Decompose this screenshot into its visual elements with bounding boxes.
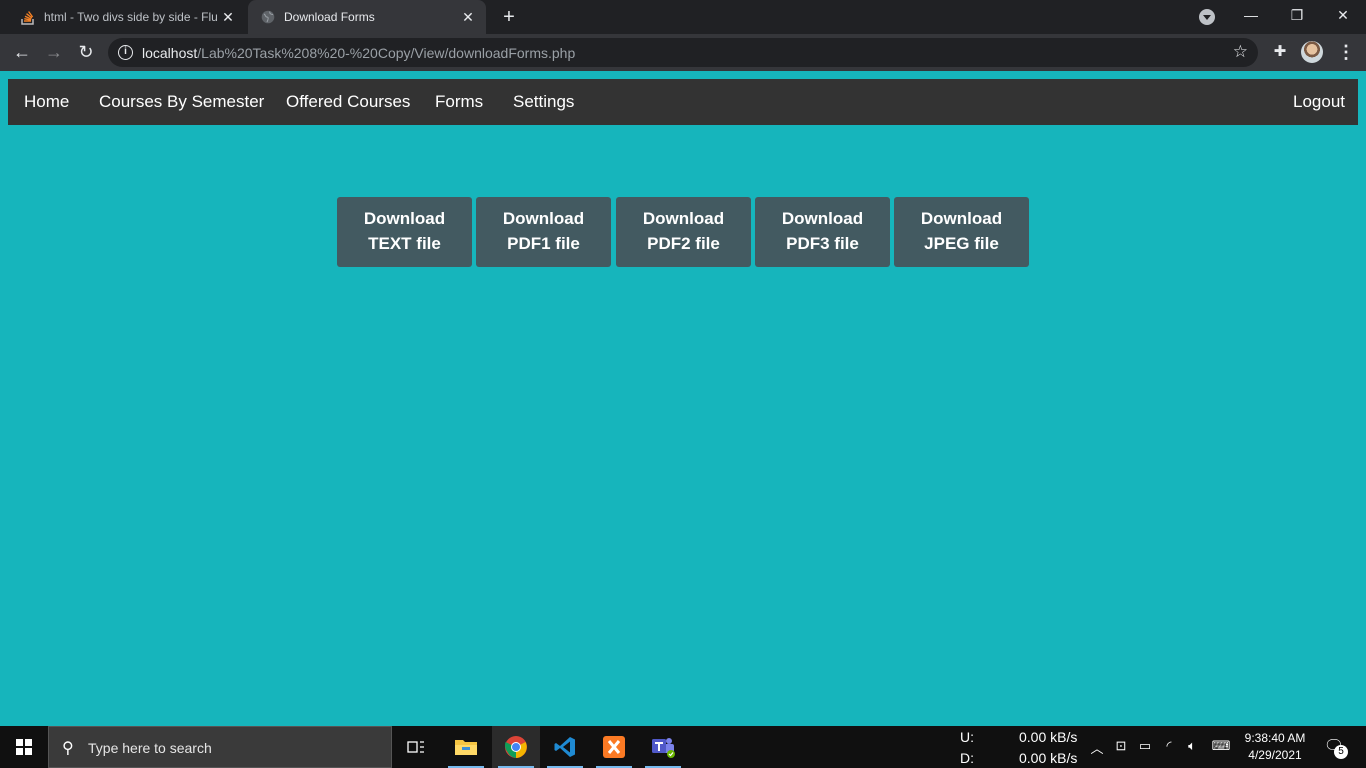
net-upload-speed: 0.00 kB/s [1019,729,1078,745]
download-text-button[interactable]: Download TEXT file [337,197,472,267]
battery-icon[interactable]: ▭ [1136,738,1154,754]
vscode-icon[interactable] [541,726,589,768]
tab-title: Download Forms [284,10,375,24]
download-pdf3-button[interactable]: Download PDF3 file [755,197,890,267]
windows-logo-icon [16,739,32,755]
tab-download-forms[interactable]: Download Forms ✕ [248,0,486,34]
stackoverflow-icon [20,9,36,25]
taskbar-clock[interactable]: 9:38:40 AM 4/29/2021 [1236,730,1314,764]
show-hidden-icons-chevron-icon[interactable]: ︿ [1088,738,1106,757]
file-type-label: PDF3 file [786,234,859,253]
search-placeholder: Type here to search [88,740,212,756]
new-tab-button[interactable]: + [499,7,519,27]
back-arrow-icon[interactable]: ← [10,40,34,64]
clock-time: 9:38:40 AM [1244,731,1306,745]
browser-tab-strip: html - Two divs side by side - Flu ✕ Dow… [0,0,1366,34]
teams-icon[interactable] [639,726,687,768]
globe-icon [260,9,276,25]
download-label: Download [920,209,1003,228]
bookmark-star-icon[interactable]: ☆ [1233,42,1248,62]
nav-courses-by-semester[interactable]: Courses By Semester [99,92,264,112]
windows-taskbar: ⚲ Type here to search U: D: 0.00 kB/s 0.… [0,726,1366,768]
restore-button[interactable]: ❐ [1274,0,1320,34]
clock-date: 4/29/2021 [1248,748,1302,762]
xampp-icon[interactable] [590,726,638,768]
download-label: Download [781,209,864,228]
nav-settings[interactable]: Settings [513,92,574,112]
site-info-icon[interactable]: i [118,45,133,60]
browser-toolbar: ← → ↻ i localhost/Lab%20Task%208%20-%20C… [0,34,1366,71]
tab-title: html - Two divs side by side - Flu [44,10,218,24]
volume-icon[interactable]: 🔈︎ [1183,738,1201,754]
download-pdf2-button[interactable]: Download PDF2 file [616,197,751,267]
taskbar-search-box[interactable]: ⚲ Type here to search [48,726,392,768]
close-window-button[interactable]: ✕ [1320,0,1366,34]
notification-count-badge: 5 [1334,745,1348,759]
browser-menu-icon[interactable]: ⋮ [1337,40,1355,64]
nav-home[interactable]: Home [24,92,69,112]
file-type-label: PDF2 file [647,234,720,253]
search-icon: ⚲ [62,740,74,757]
reload-icon[interactable]: ↻ [74,40,98,64]
download-label: Download [642,209,725,228]
minimize-button[interactable]: — [1228,0,1274,34]
download-label: Download [363,209,446,228]
start-button[interactable] [0,726,48,768]
download-label: Download [502,209,585,228]
file-type-label: PDF1 file [507,234,580,253]
close-tab-icon[interactable]: ✕ [220,9,236,25]
meet-now-icon[interactable]: ⊡ [1112,738,1130,754]
chrome-icon[interactable] [492,726,540,768]
nav-offered-courses[interactable]: Offered Courses [286,92,410,112]
nav-logout[interactable]: Logout [1293,92,1345,112]
site-navbar: Home Courses By Semester Offered Courses… [8,79,1358,125]
tab-search-icon[interactable] [1199,9,1215,25]
net-upload-label: U: [960,729,974,745]
profile-avatar[interactable] [1301,41,1323,63]
file-type-label: JPEG file [924,234,999,253]
wifi-icon[interactable]: ◜ [1160,738,1178,754]
url-text: localhost/Lab%20Task%208%20-%20Copy/View… [142,45,576,61]
file-type-label: TEXT file [368,234,441,253]
keyboard-icon[interactable]: ⌨ [1208,738,1234,754]
file-explorer-icon[interactable] [442,726,490,768]
forward-arrow-icon[interactable]: → [42,40,66,64]
address-bar[interactable]: i localhost/Lab%20Task%208%20-%20Copy/Vi… [108,38,1258,67]
extensions-puzzle-icon[interactable]: ✚ [1270,42,1290,62]
nav-forms[interactable]: Forms [435,92,483,112]
tab-stackoverflow[interactable]: html - Two divs side by side - Flu ✕ [0,0,246,34]
download-pdf1-button[interactable]: Download PDF1 file [476,197,611,267]
close-tab-icon[interactable]: ✕ [460,9,476,25]
net-download-speed: 0.00 kB/s [1019,750,1078,766]
task-view-icon[interactable] [392,726,440,768]
download-jpeg-button[interactable]: Download JPEG file [894,197,1029,267]
net-download-label: D: [960,750,974,766]
